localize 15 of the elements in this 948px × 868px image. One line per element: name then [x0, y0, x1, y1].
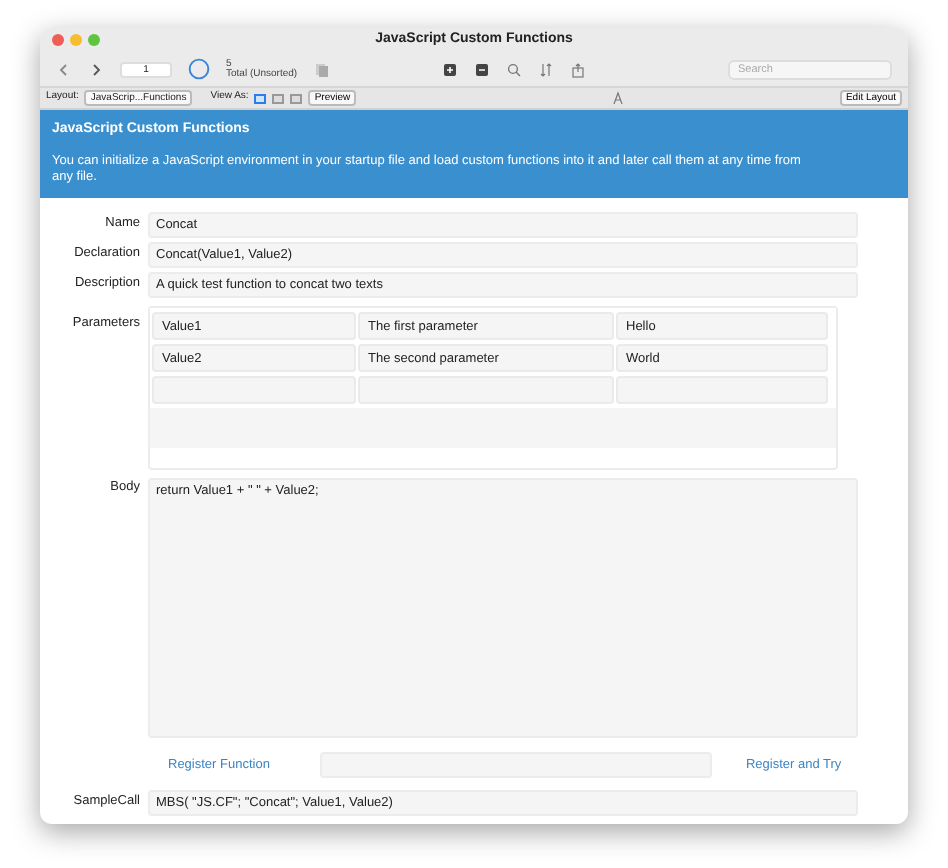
- close-button[interactable]: [52, 34, 64, 46]
- progress-ring-icon[interactable]: [188, 58, 210, 80]
- delete-record-icon[interactable]: [473, 61, 490, 77]
- back-icon[interactable]: [56, 61, 72, 77]
- forward-icon[interactable]: [88, 61, 104, 77]
- search-icon[interactable]: [505, 61, 522, 77]
- view-mode-icon[interactable]: [290, 93, 303, 103]
- text-format-icon[interactable]: [611, 90, 628, 106]
- pages-icon[interactable]: [313, 61, 330, 77]
- view-mode-icon[interactable]: [272, 93, 285, 103]
- share-icon[interactable]: [569, 61, 586, 77]
- new-record-icon[interactable]: [441, 61, 458, 77]
- view-mode-icon[interactable]: [254, 93, 267, 103]
- sort-icon[interactable]: [537, 61, 554, 77]
- zoom-button[interactable]: [88, 34, 100, 46]
